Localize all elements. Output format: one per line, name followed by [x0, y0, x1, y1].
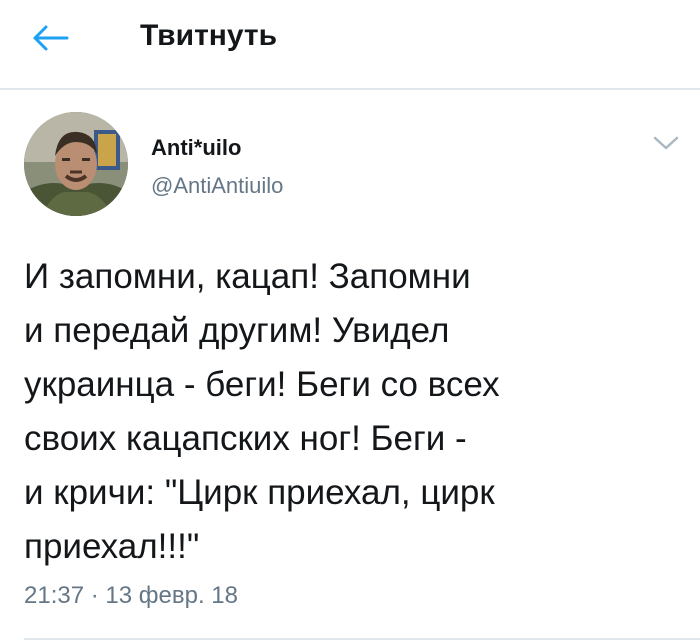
back-button[interactable] [24, 17, 78, 59]
profile-photo [24, 112, 128, 216]
author-handle[interactable]: @AntiAntiuilo [151, 172, 283, 200]
tweet-text: И запомни, кацап! Запомни и передай друг… [24, 257, 500, 566]
tweet-timestamp[interactable]: 21:37 · 13 февр. 18 [24, 579, 238, 613]
divider [24, 638, 700, 640]
arrow-left-icon [33, 25, 69, 51]
top-bar: Твитнуть [0, 0, 700, 90]
tweet-detail: Anti*uilo @AntiAntiuilo И запомни, кацап… [0, 90, 700, 642]
author-display-name[interactable]: Anti*uilo [151, 134, 241, 162]
chevron-down-icon [653, 136, 679, 150]
page-title: Твитнуть [140, 19, 278, 52]
avatar[interactable] [24, 112, 128, 216]
tweet-menu-button[interactable] [648, 128, 684, 158]
